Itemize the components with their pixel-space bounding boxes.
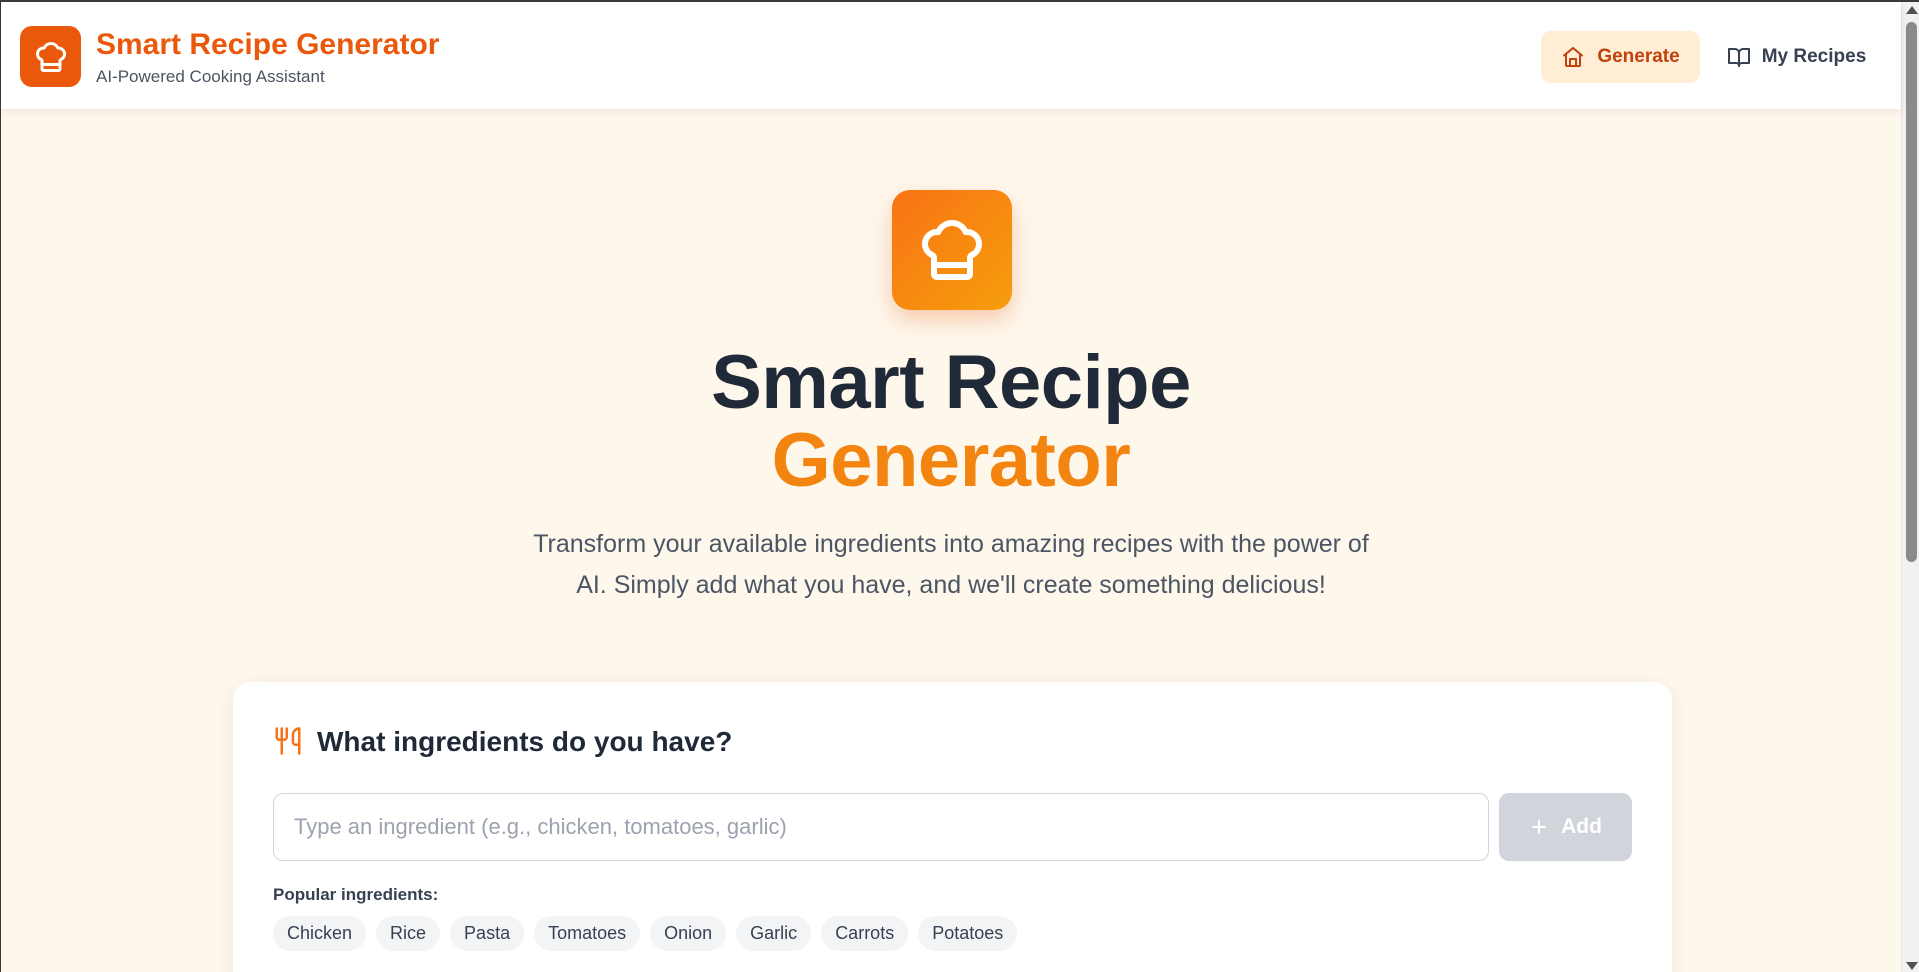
add-ingredient-button[interactable]: Add	[1499, 793, 1632, 861]
ingredient-chip-onion[interactable]: Onion	[650, 916, 727, 951]
app-subtitle: AI-Powered Cooking Assistant	[96, 67, 325, 86]
ingredient-input[interactable]	[273, 793, 1489, 861]
plus-icon	[1532, 820, 1546, 834]
ingredients-card: What ingredients do you have? Add Popula…	[233, 682, 1672, 972]
utensils-icon	[275, 727, 301, 755]
ingredient-chip-potatoes[interactable]: Potatoes	[918, 916, 1018, 951]
scrollbar-thumb[interactable]	[1906, 22, 1917, 562]
home-icon	[1563, 47, 1584, 67]
nav-generate-label: Generate	[1597, 46, 1680, 67]
ingredient-chip-tomatoes[interactable]: Tomatoes	[534, 916, 641, 951]
book-open-icon	[1727, 48, 1750, 67]
nav-my-recipes-label: My Recipes	[1761, 46, 1867, 67]
brand-logo[interactable]	[20, 26, 81, 87]
ingredient-chip-garlic[interactable]: Garlic	[736, 916, 812, 951]
hero-description: Transform your available ingredients int…	[533, 530, 1369, 599]
ingredients-card-title: What ingredients do you have?	[317, 726, 733, 757]
chef-hat-icon	[35, 41, 66, 72]
ingredient-chip-chicken[interactable]: Chicken	[273, 916, 367, 951]
nav-generate-button[interactable]: Generate	[1541, 31, 1700, 83]
scroll-down-arrow-icon[interactable]	[1906, 962, 1918, 970]
hero-logo	[892, 190, 1012, 310]
ingredient-chip-rice[interactable]: Rice	[376, 916, 441, 951]
app-header: Smart Recipe Generator AI-Powered Cookin…	[1, 2, 1901, 109]
add-button-label: Add	[1561, 815, 1602, 838]
chef-hat-icon	[922, 220, 982, 280]
nav-my-recipes-button[interactable]: My Recipes	[1716, 31, 1876, 83]
page-scrollbar[interactable]	[1901, 2, 1919, 972]
ingredient-chip-pasta[interactable]: Pasta	[450, 916, 525, 951]
popular-ingredients-label: Popular ingredients:	[273, 885, 439, 904]
ingredient-chip-carrots[interactable]: Carrots	[821, 916, 909, 951]
hero-title-accent: Generator	[771, 418, 1131, 503]
popular-ingredients-list: Chicken Rice Pasta Tomatoes Onion Garlic…	[273, 916, 1018, 951]
hero-title: Smart Recipe	[711, 340, 1191, 425]
app-title[interactable]: Smart Recipe Generator	[96, 28, 439, 62]
scroll-up-arrow-icon[interactable]	[1906, 6, 1918, 14]
